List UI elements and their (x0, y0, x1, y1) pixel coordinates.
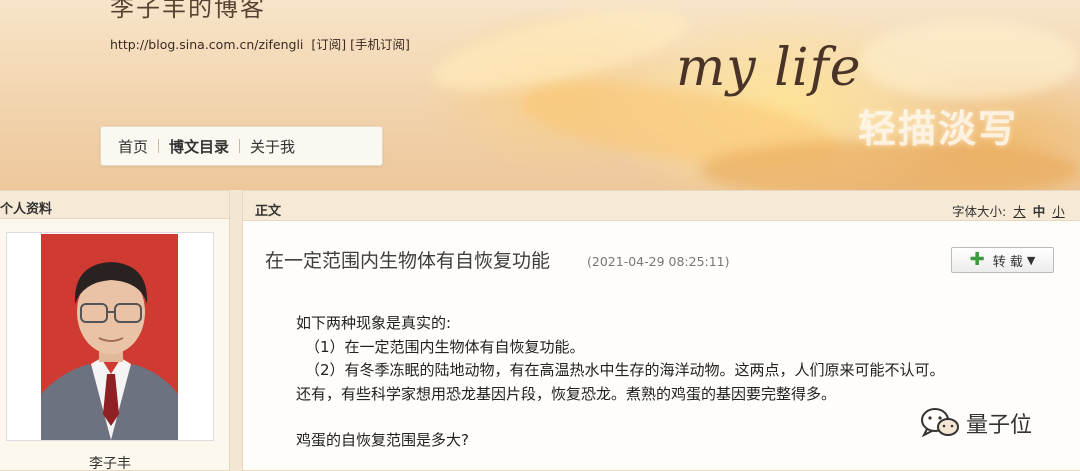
avatar-portrait-icon (41, 234, 178, 440)
avatar-frame (6, 232, 214, 441)
font-size-control: 字体大小: 大 中 小 (952, 201, 1065, 220)
wechat-icon (921, 408, 959, 438)
nav-item-article-list[interactable]: 博文目录 (169, 136, 229, 157)
article-paragraph: 如下两种现象是真实的: (296, 314, 452, 332)
caret-down-icon: ▼ (1026, 253, 1036, 267)
font-size-small[interactable]: 小 (1052, 204, 1065, 219)
main-nav: 首页 博文目录 关于我 (100, 126, 383, 166)
mobile-subscribe-link[interactable]: [手机订阅] (350, 37, 410, 52)
blog-url[interactable]: http://blog.sina.com.cn/zifengli (110, 37, 303, 52)
font-size-label: 字体大小: (952, 204, 1007, 219)
profile-panel-heading: 个人资料 (0, 191, 229, 219)
article-timestamp: (2021-04-29 08:25:11) (587, 254, 730, 269)
nav-item-about[interactable]: 关于我 (250, 136, 295, 157)
watermark: 量子位 (920, 407, 1032, 439)
nav-divider (239, 139, 241, 153)
avatar[interactable] (41, 234, 178, 440)
article-paragraph: （2）有冬季冻眠的陆地动物，有在高温热水中生存的海洋动物。这两点，人们原来可能不… (305, 361, 945, 379)
repost-label: 转 载 (992, 254, 1023, 270)
blog-header: 李子丰的博客 http://blog.sina.com.cn/zifengli … (0, 0, 1080, 190)
article-paragraph: （1）在一定范围内生物体有自恢复功能。 (305, 337, 585, 356)
font-size-medium[interactable]: 中 (1033, 204, 1046, 219)
article-paragraph: 鸡蛋的自恢复范围是多大? (296, 431, 469, 449)
plus-icon: ✚ (969, 249, 985, 270)
article-title: 在一定范围内生物体有自恢复功能 (265, 250, 551, 272)
banner-script-text: my life (676, 38, 862, 98)
article-paragraph: 还有，有些科学家想用恐龙基因片段，恢复恐龙。煮熟的鸡蛋的基因要完整得多。 (296, 384, 837, 403)
article-body: 如下两种现象是真实的: （1）在一定范围内生物体有自恢复功能。 （2）有冬季冻眠… (296, 312, 945, 453)
repost-button[interactable]: ✚ 转 载 ▼ (951, 247, 1054, 273)
blog-url-row: http://blog.sina.com.cn/zifengli [订阅] [手机… (110, 34, 414, 53)
nav-item-home[interactable]: 首页 (118, 136, 148, 157)
banner-decoration (860, 20, 1080, 100)
subscribe-link[interactable]: [订阅] (311, 37, 346, 52)
blog-title[interactable]: 李子丰的博客 (110, 0, 266, 23)
article-panel-heading: 正文 字体大小: 大 中 小 (243, 191, 1080, 221)
article-panel-label: 正文 (255, 204, 282, 219)
banner-tagline: 轻描淡写 (858, 107, 1019, 151)
nav-divider (158, 139, 160, 153)
profile-panel: 个人资料 李子丰 (0, 190, 230, 471)
profile-username[interactable]: 李子丰 (0, 453, 220, 471)
font-size-large[interactable]: 大 (1013, 204, 1026, 219)
watermark-text: 量子位 (966, 413, 1033, 438)
